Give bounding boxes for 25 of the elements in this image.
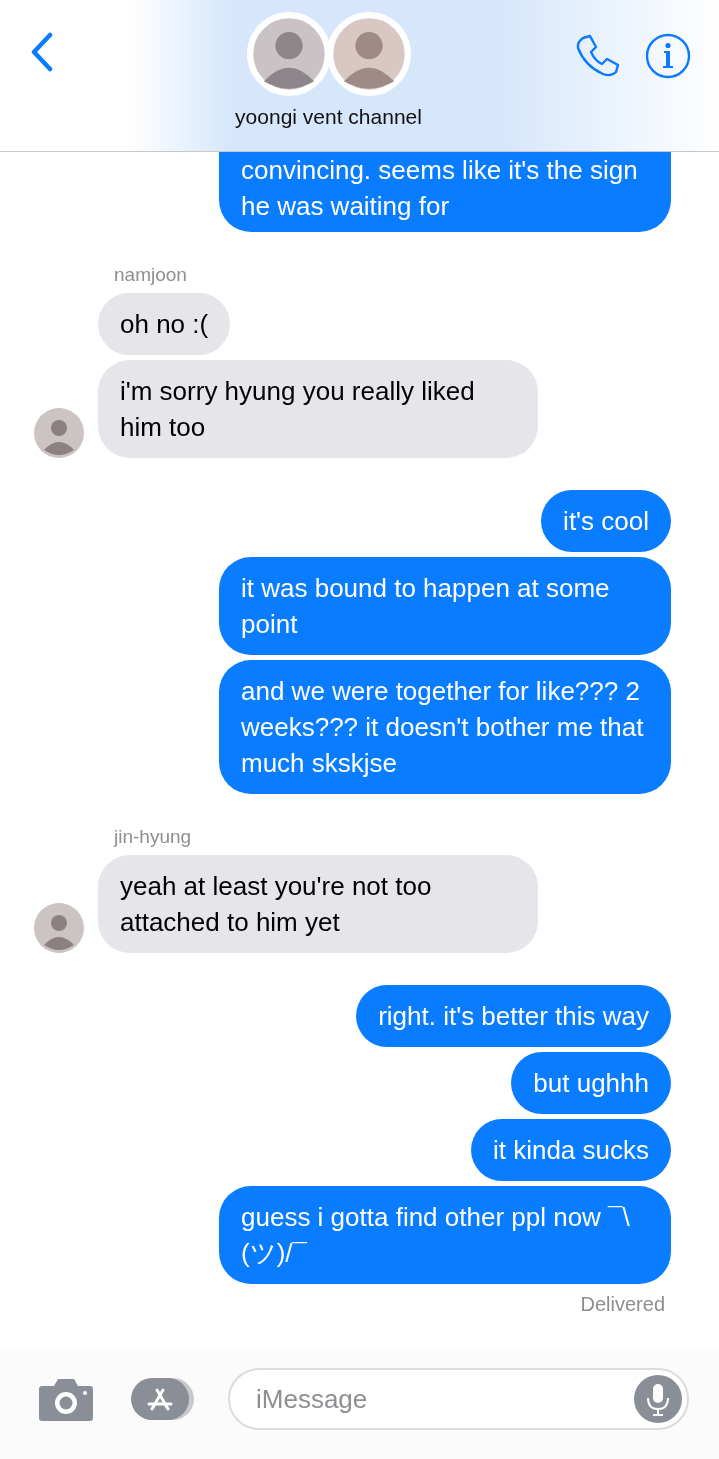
message-bubble: guess i gotta find other ppl now ¯\(ツ)/¯ — [219, 1186, 671, 1284]
microphone-icon[interactable] — [634, 1375, 682, 1423]
avatar-icon[interactable] — [34, 408, 84, 458]
app-store-icon[interactable] — [130, 1376, 196, 1422]
message-bubble: right. it's better this way — [356, 985, 671, 1047]
avatar-icon[interactable] — [326, 12, 411, 96]
message-bubble: it was bound to happen at some point — [219, 557, 671, 655]
conversation-title[interactable]: yoongi vent channel — [235, 105, 422, 129]
back-icon[interactable] — [30, 32, 54, 72]
avatar-icon[interactable] — [246, 12, 331, 96]
message-bubble: yeah at least you're not too attached to him yet — [98, 855, 538, 953]
message-bubble: oh no :( — [98, 293, 231, 355]
sender-name: jin-hyung — [114, 826, 192, 848]
message-bubble: i'm sorry hyung you really liked him too — [98, 360, 538, 458]
message-bubble: but ughhh — [511, 1052, 671, 1114]
message-bubble: convincing. seems like it's the sign he was waiting for — [219, 152, 671, 232]
message-bubble: and we were together for like??? 2 weeks??? it doesn't bother me that much skskjse — [219, 660, 671, 794]
info-icon[interactable] — [645, 33, 691, 79]
delivery-status: Delivered — [580, 1293, 665, 1316]
avatar-icon[interactable] — [34, 903, 84, 953]
message-input[interactable]: iMessage — [228, 1368, 689, 1430]
message-bubble: it kinda sucks — [470, 1119, 671, 1181]
camera-icon[interactable] — [38, 1376, 94, 1422]
sender-name: namjoon — [114, 264, 187, 286]
message-bubble: it's cool — [541, 490, 671, 552]
